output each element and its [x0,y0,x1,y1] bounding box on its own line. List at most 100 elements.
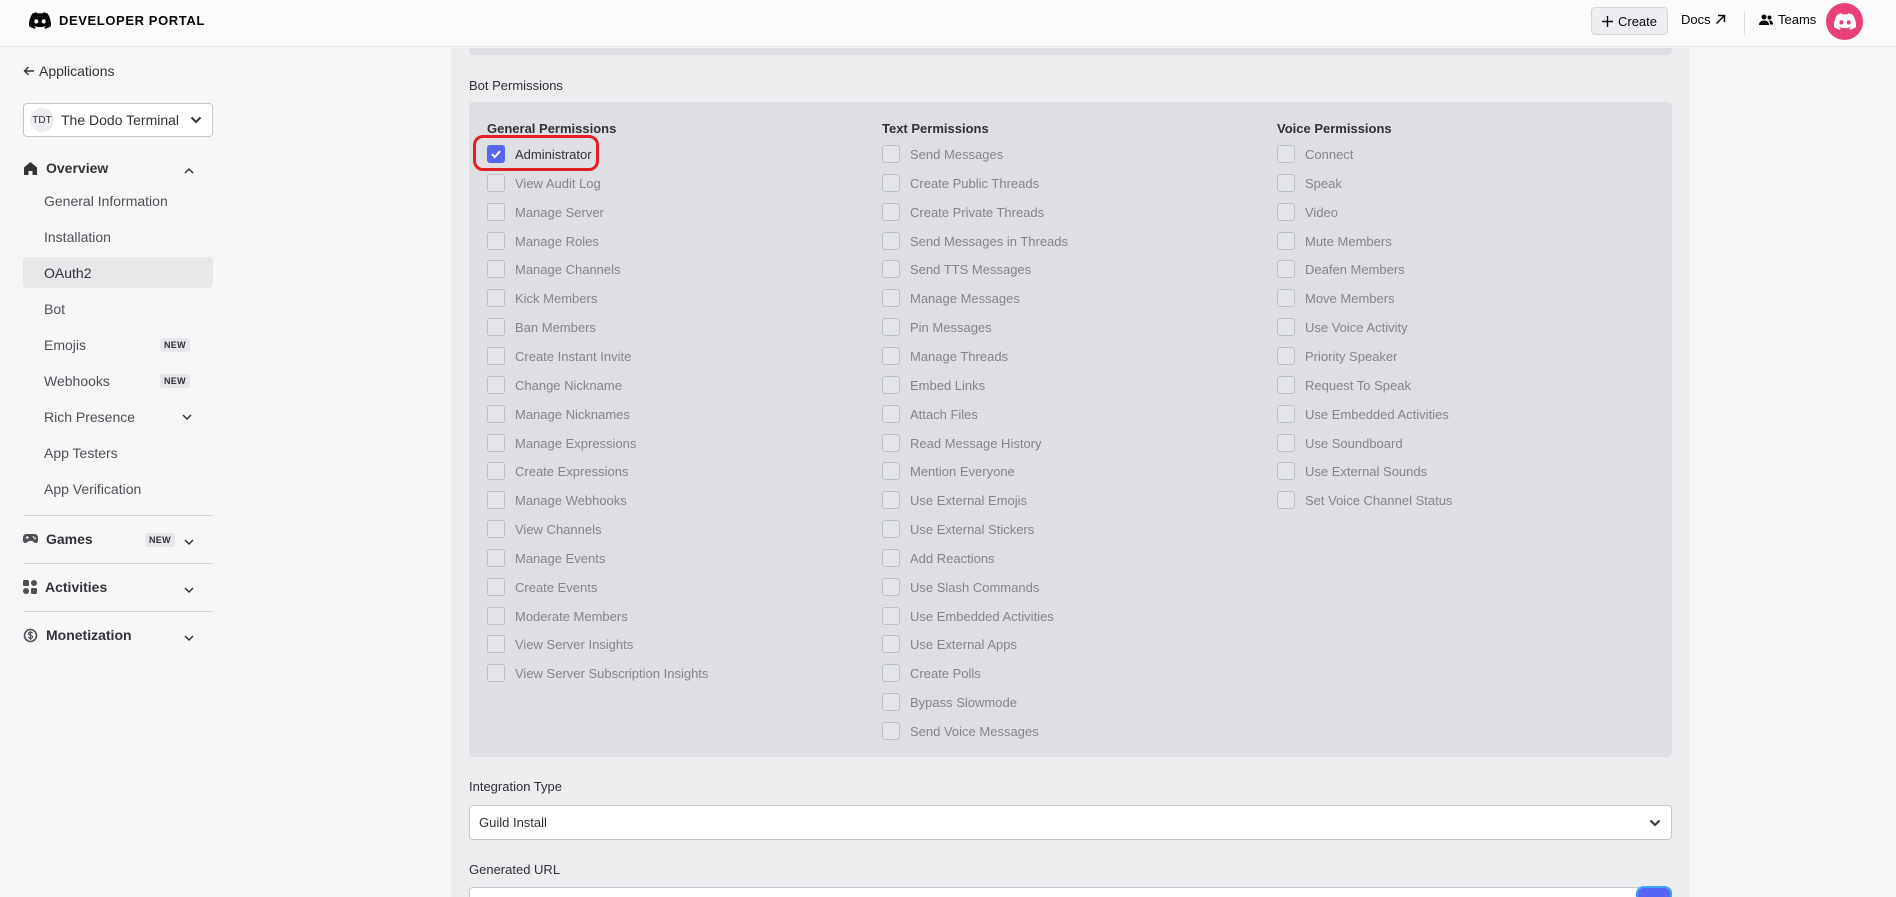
permission-checkbox-row[interactable]: Use External Emojis [882,491,1027,509]
permission-checkbox-row[interactable]: Send Messages in Threads [882,232,1068,250]
permission-checkbox-row[interactable]: Video [1277,203,1338,221]
permission-checkbox-row[interactable]: Manage Channels [487,260,621,278]
sidebar-item-app-verification[interactable]: App Verification [23,473,213,504]
checkbox[interactable] [882,635,900,653]
permission-checkbox-row[interactable]: Create Instant Invite [487,347,631,365]
permission-checkbox-row[interactable]: Use External Apps [882,635,1017,653]
permission-checkbox-row[interactable]: Manage Server [487,203,604,221]
docs-link[interactable]: Docs [1681,12,1726,27]
chevron-up-icon[interactable] [183,165,195,177]
sidebar-item-rich-presence[interactable]: Rich Presence [23,401,213,432]
permission-checkbox-row[interactable]: Manage Roles [487,232,599,250]
checkbox[interactable] [1277,260,1295,278]
checkbox[interactable] [1277,405,1295,423]
checkbox[interactable] [487,203,505,221]
checkbox[interactable] [487,289,505,307]
checkbox[interactable] [487,405,505,423]
integration-type-select[interactable]: Guild Install [469,805,1672,840]
create-button[interactable]: Create [1591,7,1668,35]
checkbox[interactable] [882,232,900,250]
permission-checkbox-row[interactable]: Use Soundboard [1277,434,1403,452]
permission-checkbox-row[interactable]: Use Embedded Activities [1277,405,1449,423]
checkbox[interactable] [1277,174,1295,192]
permission-checkbox-row[interactable]: Manage Nicknames [487,405,630,423]
permission-checkbox-row[interactable]: Speak [1277,174,1342,192]
permission-checkbox-row[interactable]: Mute Members [1277,232,1392,250]
checkbox[interactable] [487,491,505,509]
checkbox[interactable] [882,174,900,192]
checkbox[interactable] [487,635,505,653]
permission-checkbox-row[interactable]: Priority Speaker [1277,347,1397,365]
permission-checkbox-row[interactable]: Kick Members [487,289,597,307]
permission-checkbox-row[interactable]: Move Members [1277,289,1395,307]
permission-checkbox-row[interactable]: Request To Speak [1277,376,1411,394]
checkbox[interactable] [487,462,505,480]
permission-checkbox-row[interactable]: Manage Webhooks [487,491,627,509]
sidebar-item-bot[interactable]: Bot [23,293,213,324]
checkbox[interactable] [882,578,900,596]
checkbox[interactable] [882,347,900,365]
checkbox[interactable] [882,203,900,221]
checkbox[interactable] [487,376,505,394]
checkbox[interactable] [882,722,900,740]
checkbox[interactable] [1277,434,1295,452]
sidebar-item-general-information[interactable]: General Information [23,185,213,216]
checkbox[interactable] [882,376,900,394]
sidebar-item-installation[interactable]: Installation [23,221,213,252]
checkbox[interactable] [882,520,900,538]
checkbox[interactable] [882,434,900,452]
copy-url-button[interactable] [1636,886,1672,897]
chevron-down-icon[interactable] [183,632,195,644]
sidebar-item-oauth2[interactable]: OAuth2 [23,257,213,288]
permission-checkbox-row[interactable]: Use Slash Commands [882,578,1039,596]
permission-checkbox-row[interactable]: Deafen Members [1277,260,1405,278]
teams-link[interactable]: Teams [1759,12,1816,27]
checkbox[interactable] [882,405,900,423]
permission-checkbox-row[interactable]: Use Voice Activity [1277,318,1408,336]
checkbox[interactable] [487,520,505,538]
permission-checkbox-row[interactable]: Moderate Members [487,607,628,625]
permission-checkbox-row[interactable]: View Server Insights [487,635,633,653]
permission-checkbox-row[interactable]: Ban Members [487,318,596,336]
permission-checkbox-row[interactable]: Set Voice Channel Status [1277,491,1452,509]
checkbox[interactable] [882,491,900,509]
checkbox[interactable] [1277,232,1295,250]
nav-section-overview[interactable]: Overview [23,160,108,176]
checkbox[interactable] [882,145,900,163]
permission-checkbox-row[interactable]: Manage Messages [882,289,1020,307]
permission-checkbox-row[interactable]: Create Public Threads [882,174,1039,192]
permission-checkbox-row[interactable]: Attach Files [882,405,978,423]
chevron-down-icon[interactable] [183,536,195,548]
checkbox[interactable] [487,664,505,682]
checkbox[interactable] [487,318,505,336]
checkbox[interactable] [487,549,505,567]
permission-checkbox-row[interactable]: Embed Links [882,376,985,394]
nav-section-monetization[interactable]: Monetization [23,627,132,643]
back-to-applications-link[interactable]: Applications [23,63,115,79]
checkbox[interactable] [1277,289,1295,307]
checkbox[interactable] [487,607,505,625]
permission-checkbox-row[interactable]: Connect [1277,145,1353,163]
permission-checkbox-row[interactable]: Read Message History [882,434,1042,452]
permission-checkbox-row[interactable]: Change Nickname [487,376,622,394]
checkbox[interactable] [882,693,900,711]
checkbox[interactable] [882,289,900,307]
permission-checkbox-row[interactable]: Create Private Threads [882,203,1044,221]
nav-section-games[interactable]: Games [23,531,93,547]
checkbox[interactable] [882,549,900,567]
checkbox[interactable] [487,578,505,596]
chevron-down-icon[interactable] [183,584,195,596]
checkbox[interactable] [882,260,900,278]
sidebar-item-emojis[interactable]: Emojis NEW [23,329,213,360]
permission-checkbox-row[interactable]: Add Reactions [882,549,995,567]
checkbox[interactable] [487,347,505,365]
discord-logo[interactable]: DEVELOPER PORTAL [29,12,205,29]
permission-checkbox-row[interactable]: Send Messages [882,145,1003,163]
checkbox[interactable] [1277,203,1295,221]
checkbox[interactable] [1277,376,1295,394]
permission-checkbox-row[interactable]: View Audit Log [487,174,601,192]
checkbox[interactable] [487,434,505,452]
permission-checkbox-row[interactable]: Manage Events [487,549,605,567]
generated-url-field[interactable] [469,887,1672,897]
nav-section-activities[interactable]: Activities [23,579,107,595]
